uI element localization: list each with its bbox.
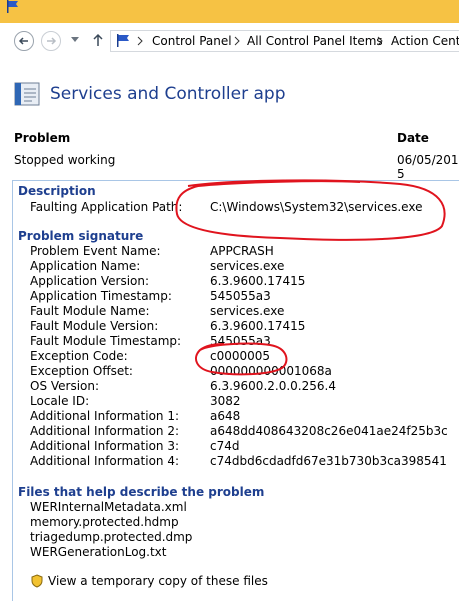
problem-signature-heading: Problem signature: [18, 229, 144, 243]
faulting-path-label: Faulting Application Path:: [30, 200, 183, 214]
file-item[interactable]: memory.protected.hdmp: [30, 515, 179, 529]
problem-value: Stopped working: [14, 153, 116, 167]
forward-arrow-icon: [47, 37, 57, 45]
signature-value: services.exe: [210, 304, 285, 318]
signature-label: Exception Code:: [30, 349, 128, 363]
signature-value: a648: [210, 409, 241, 423]
signature-value: a648dd408643208c26e041ae24f25b3c: [210, 424, 448, 438]
signature-value: 545055a3: [210, 289, 271, 303]
signature-label: Application Timestamp:: [30, 289, 172, 303]
signature-label: Additional Information 3:: [30, 439, 180, 453]
problem-column-header: Problem: [14, 131, 71, 145]
file-item[interactable]: WERGenerationLog.txt: [30, 545, 167, 559]
forward-button[interactable]: [41, 31, 61, 51]
signature-label: Fault Module Version:: [30, 319, 159, 333]
date-value: 06/05/2015 5: [397, 153, 459, 181]
signature-value: APPCRASH: [210, 244, 274, 258]
date-column-header: Date: [397, 131, 429, 145]
signature-label: Exception Offset:: [30, 364, 133, 378]
signature-label: Fault Module Timestamp:: [30, 334, 182, 348]
back-arrow-icon: [18, 37, 28, 45]
recent-locations-dropdown-icon[interactable]: [71, 37, 79, 43]
view-files-link-label[interactable]: View a temporary copy of these files: [48, 574, 268, 588]
signature-value: 000000000001068a: [210, 364, 332, 378]
signature-value: c74dbd6cdadfd67e31b730b3ca398541: [210, 454, 447, 468]
signature-label: Fault Module Name:: [30, 304, 150, 318]
faulting-path-value: C:\Windows\System32\services.exe: [210, 200, 423, 214]
files-heading: Files that help describe the problem: [18, 485, 265, 499]
file-item[interactable]: WERInternalMetadata.xml: [30, 500, 187, 514]
up-arrow-icon[interactable]: [92, 33, 104, 47]
navigation-bar: Control Panel All Control Panel Items Ac…: [0, 23, 459, 58]
description-heading: Description: [18, 184, 96, 198]
address-bar[interactable]: Control Panel All Control Panel Items Ac…: [110, 30, 459, 52]
chevron-right-icon[interactable]: [137, 36, 143, 46]
file-item[interactable]: triagedump.protected.dmp: [30, 530, 192, 544]
shield-icon: [31, 574, 43, 588]
signature-label: Application Version:: [30, 274, 150, 288]
page-title: Services and Controller app: [50, 84, 286, 104]
window-titlebar: [0, 0, 459, 23]
signature-label: Application Name:: [30, 259, 141, 273]
signature-value: 3082: [210, 394, 241, 408]
breadcrumb-all-items[interactable]: All Control Panel Items: [247, 34, 383, 48]
signature-label: OS Version:: [30, 379, 100, 393]
signature-value: 6.3.9600.2.0.0.256.4: [210, 379, 336, 393]
signature-label: Locale ID:: [30, 394, 90, 408]
signature-label: Additional Information 4:: [30, 454, 180, 468]
report-document-icon: [14, 82, 40, 106]
action-center-flag-icon: [7, 0, 18, 13]
signature-value: 6.3.9600.17415: [210, 274, 306, 288]
control-panel-flag-icon: [117, 34, 129, 47]
breadcrumb-action-center[interactable]: Action Center: [391, 34, 459, 48]
chevron-right-icon[interactable]: [234, 36, 240, 46]
chevron-right-icon[interactable]: [377, 36, 383, 46]
signature-value: services.exe: [210, 259, 285, 273]
signature-value: 545055a3: [210, 334, 271, 348]
back-button[interactable]: [14, 31, 34, 51]
signature-value: 6.3.9600.17415: [210, 319, 306, 333]
breadcrumb-control-panel[interactable]: Control Panel: [152, 34, 232, 48]
signature-value: c74d: [210, 439, 240, 453]
signature-value: c0000005: [210, 349, 271, 363]
signature-label: Additional Information 1:: [30, 409, 180, 423]
signature-label: Problem Event Name:: [30, 244, 161, 258]
view-files-link[interactable]: View a temporary copy of these files: [30, 574, 268, 591]
signature-label: Additional Information 2:: [30, 424, 180, 438]
